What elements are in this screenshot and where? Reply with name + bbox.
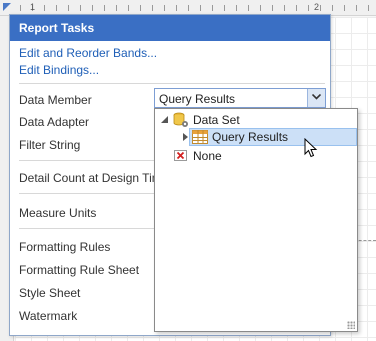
edit-bindings-link[interactable]: Edit Bindings... (19, 63, 99, 77)
detail-count-label: Detail Count at Design Time (19, 171, 169, 185)
ruler-mark-2: 2 (314, 2, 320, 12)
watermark-label: Watermark (19, 309, 78, 323)
dropdown-button[interactable] (307, 89, 325, 107)
tree-node-none[interactable]: None (155, 147, 357, 165)
measure-units-label: Measure Units (19, 206, 97, 220)
collapsed-triangle-icon[interactable] (183, 133, 188, 141)
formatting-rule-sheet-label: Formatting Rule Sheet (19, 263, 140, 277)
none-label: None (193, 149, 222, 163)
resize-grip-icon[interactable] (347, 321, 355, 329)
data-set-label: Data Set (193, 113, 240, 127)
query-results-label: Query Results (212, 130, 289, 144)
red-x-icon (174, 150, 187, 161)
mouse-pointer-icon (304, 138, 318, 158)
chevron-down-icon (312, 94, 321, 100)
expanded-triangle-icon[interactable] (161, 116, 168, 123)
data-member-value: Query Results (159, 92, 236, 106)
ruler-mark-1: 1 (30, 2, 36, 12)
tree-node-query-results[interactable]: Query Results (183, 128, 357, 146)
formatting-rules-label: Formatting Rules (19, 240, 111, 254)
panel-title: Report Tasks (10, 15, 330, 41)
style-sheet-label: Style Sheet (19, 286, 81, 300)
filter-string-label: Filter String (19, 138, 81, 152)
data-adapter-label: Data Adapter (19, 115, 90, 129)
data-member-dropdown: Data Set Query Results None (154, 108, 358, 332)
table-icon (192, 130, 208, 144)
data-member-combo[interactable]: Query Results (154, 88, 326, 108)
divider (19, 83, 325, 84)
tree-node-data-set[interactable]: Data Set (155, 111, 357, 129)
database-gear-icon (173, 112, 188, 127)
data-member-label: Data Member (19, 93, 92, 107)
edit-reorder-bands-link[interactable]: Edit and Reorder Bands... (19, 46, 157, 60)
